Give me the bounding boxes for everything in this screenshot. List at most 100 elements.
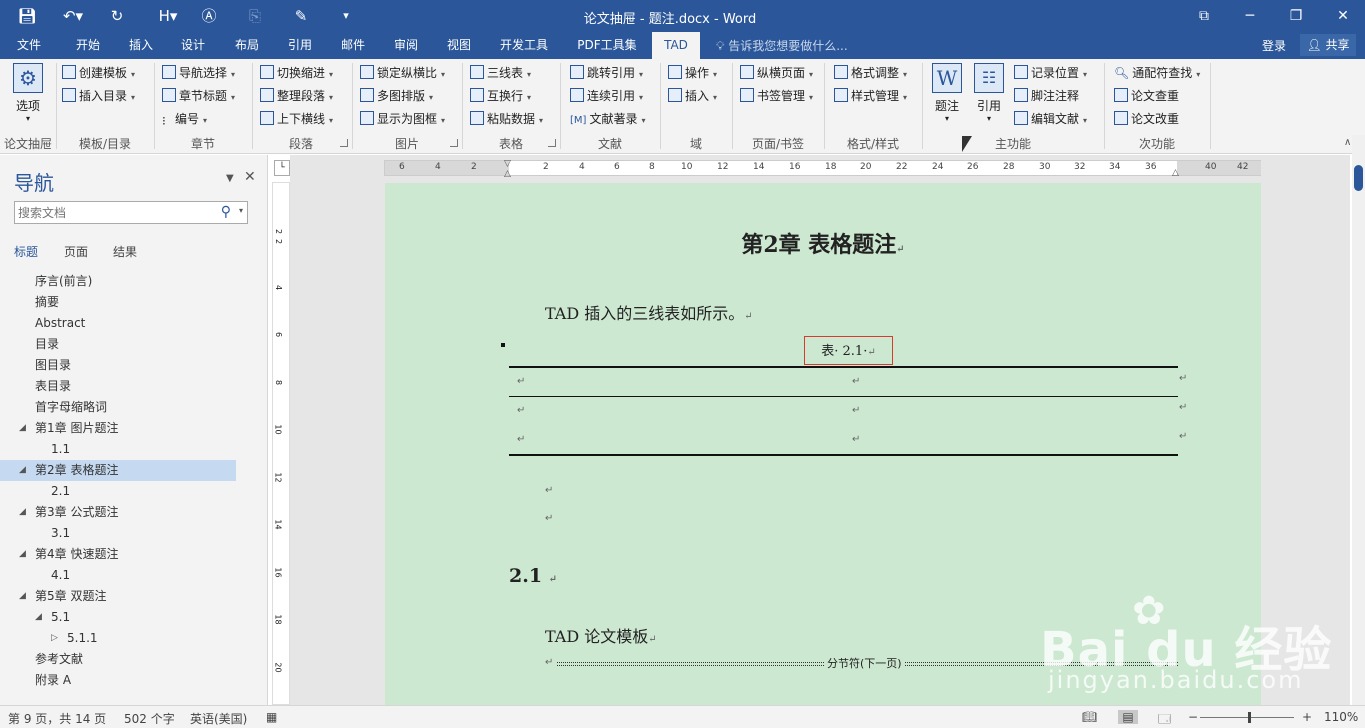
word-count[interactable]: 502 个字 xyxy=(124,710,175,727)
style-mgmt-button[interactable]: 样式管理 ▾ xyxy=(834,86,907,106)
indent-marker-icon[interactable]: △ xyxy=(504,169,511,179)
scrollbar-thumb[interactable] xyxy=(1354,165,1363,191)
tab-pdf[interactable]: PDF工具集 xyxy=(570,32,644,59)
save-icon[interactable]: 💾︎ xyxy=(16,5,38,27)
nav-item[interactable]: Abstract xyxy=(0,313,268,334)
paste-data-button[interactable]: 粘贴数据 ▾ xyxy=(470,109,543,129)
nav-options-icon[interactable]: ▼ xyxy=(226,173,234,184)
nav-item[interactable]: 图目录 xyxy=(0,355,268,376)
login-link[interactable]: 登录 xyxy=(1262,37,1286,54)
vertical-scrollbar[interactable] xyxy=(1352,135,1365,705)
textbox-icon[interactable]: Ⓐ xyxy=(198,5,220,27)
maximize-button[interactable]: ❐ xyxy=(1284,6,1308,26)
insert-toc-button[interactable]: 插入目录 ▾ xyxy=(62,86,135,106)
options-button[interactable]: ⚙ 选项 ▾ xyxy=(8,63,48,123)
section-heading[interactable]: 2.1 ↵ xyxy=(509,565,557,587)
tab-file[interactable]: 文件 xyxy=(8,32,50,59)
nav-item[interactable]: 4.1 xyxy=(0,565,268,586)
redo-icon[interactable]: ↻ xyxy=(106,5,128,27)
table-caption[interactable]: 表· 2.1·↵ xyxy=(804,336,893,365)
table-cell-mark[interactable]: ↵ xyxy=(852,405,860,416)
minimize-button[interactable]: ─ xyxy=(1238,6,1262,26)
nav-item[interactable]: 首字母缩略词 xyxy=(0,397,268,418)
dialog-launcher-icon[interactable] xyxy=(548,139,556,147)
nav-item[interactable]: 附录 A xyxy=(0,670,268,691)
tab-home[interactable]: 开始 xyxy=(66,32,110,59)
caption-button[interactable]: W 题注 ▾ xyxy=(930,63,964,123)
swap-row-button[interactable]: 互换行 ▾ xyxy=(470,86,531,106)
tab-view[interactable]: 视图 xyxy=(438,32,480,59)
zoom-out-button[interactable]: − xyxy=(1188,710,1198,724)
right-indent-marker-icon[interactable]: △ xyxy=(1172,168,1179,178)
nav-search-box[interactable]: ⚲ ▾ xyxy=(14,201,248,224)
tab-review[interactable]: 审阅 xyxy=(384,32,428,59)
ribbon-display-icon[interactable]: ⧉ xyxy=(1192,6,1216,26)
tab-insert[interactable]: 插入 xyxy=(120,32,162,59)
zoom-in-button[interactable]: + xyxy=(1302,710,1312,724)
collapse-triangle-icon[interactable]: ◢ xyxy=(19,502,26,523)
page-count[interactable]: 第 9 页，共 14 页 xyxy=(8,710,106,727)
nav-close-icon[interactable]: ✕ xyxy=(244,169,256,185)
nav-item[interactable]: 2.1 xyxy=(0,481,268,502)
nav-item[interactable]: ◢ 第5章 双题注 xyxy=(0,586,268,607)
portrait-page-button[interactable]: 纵横页面 ▾ xyxy=(740,63,813,83)
table-cell-mark[interactable]: ↵ xyxy=(517,434,525,445)
show-frame-button[interactable]: 显示为图框 ▾ xyxy=(360,109,445,129)
search-dropdown-icon[interactable]: ▾ xyxy=(239,206,243,215)
edit-refs-button[interactable]: 编辑文献 ▾ xyxy=(1014,109,1087,129)
three-line-table-button[interactable]: 三线表 ▾ xyxy=(470,63,531,83)
chapter-heading[interactable]: 第2章 表格题注↵ xyxy=(385,227,1261,259)
share-button[interactable]: 👤︎ 共享 xyxy=(1300,34,1356,56)
wildcard-find-button[interactable]: 🔍︎ 通配符查找 ▾ xyxy=(1114,63,1200,83)
collapse-triangle-icon[interactable]: ◢ xyxy=(19,586,26,607)
paper-revise-button[interactable]: 论文改重 xyxy=(1114,109,1179,129)
nav-item[interactable]: 序言(前言) xyxy=(0,271,268,292)
undo-icon[interactable]: ↶▾ xyxy=(58,5,88,27)
zoom-slider[interactable] xyxy=(1200,717,1294,718)
close-button[interactable]: ✕ xyxy=(1331,6,1355,26)
footnote-button[interactable]: 脚注注释 xyxy=(1014,86,1079,106)
indent-marker-icon[interactable]: ▽ xyxy=(504,159,511,169)
nav-item[interactable]: 表目录 xyxy=(0,376,268,397)
more-icon[interactable]: ▾ xyxy=(338,5,354,27)
multi-layout-button[interactable]: 多图排版 ▾ xyxy=(360,86,433,106)
paragraph[interactable]: TAD 论文模板↵ xyxy=(545,623,657,647)
top-bottom-line-button[interactable]: 上下横线 ▾ xyxy=(260,109,333,129)
cont-ref-button[interactable]: 连续引用 ▾ xyxy=(570,86,643,106)
nav-item[interactable]: ▷ 5.1.1 xyxy=(0,628,268,649)
nav-item[interactable]: 参考文献 xyxy=(0,649,268,670)
collapse-triangle-icon[interactable]: ◢ xyxy=(19,460,26,481)
nav-item[interactable]: ◢ 第3章 公式题注 xyxy=(0,502,268,523)
nav-select-button[interactable]: 导航选择 ▾ xyxy=(162,63,235,83)
nav-item[interactable]: 3.1 xyxy=(0,523,268,544)
nav-item[interactable]: 摘要 xyxy=(0,292,268,313)
print-layout-icon[interactable]: ▤ xyxy=(1118,710,1138,724)
ruler-toggle-icon[interactable]: └ xyxy=(274,160,290,176)
tell-me-input[interactable]: 💡︎ 告诉我您想要做什么... xyxy=(716,37,848,54)
nav-item-selected[interactable]: ◢ 第2章 表格题注 xyxy=(0,460,236,481)
operate-button[interactable]: 操作 ▾ xyxy=(668,63,717,83)
empty-paragraph-mark[interactable]: ↵ xyxy=(545,513,553,524)
tab-developer[interactable]: 开发工具 xyxy=(492,32,556,59)
tab-mailings[interactable]: 邮件 xyxy=(332,32,374,59)
nav-item[interactable]: 1.1 xyxy=(0,439,268,460)
insert-field-button[interactable]: 插入 ▾ xyxy=(668,86,717,106)
macro-icon[interactable]: ▦ xyxy=(266,710,277,724)
collapse-triangle-icon[interactable]: ◢ xyxy=(35,607,42,628)
dialog-launcher-icon[interactable] xyxy=(450,139,458,147)
tidy-paragraph-button[interactable]: 整理段落 ▾ xyxy=(260,86,333,106)
zoom-level[interactable]: 110% xyxy=(1324,710,1358,724)
nav-search-input[interactable] xyxy=(15,202,205,223)
bookmark-mgmt-button[interactable]: 书签管理 ▾ xyxy=(740,86,813,106)
search-icon[interactable]: ⚲ xyxy=(221,204,231,220)
web-layout-icon[interactable]: 🗔︎ xyxy=(1158,710,1171,728)
read-mode-icon[interactable]: 📖︎ xyxy=(1082,710,1097,724)
collapse-triangle-icon[interactable]: ◢ xyxy=(19,544,26,565)
language[interactable]: 英语(美国) xyxy=(190,710,247,727)
table-cell-mark[interactable]: ↵ xyxy=(517,405,525,416)
nav-item[interactable]: 目录 xyxy=(0,334,268,355)
collapse-triangle-icon[interactable]: ◢ xyxy=(19,418,26,439)
heading-icon[interactable]: Η▾ xyxy=(152,5,184,27)
create-template-button[interactable]: 创建模板 ▾ xyxy=(62,63,135,83)
switch-indent-button[interactable]: 切换缩进 ▾ xyxy=(260,63,333,83)
